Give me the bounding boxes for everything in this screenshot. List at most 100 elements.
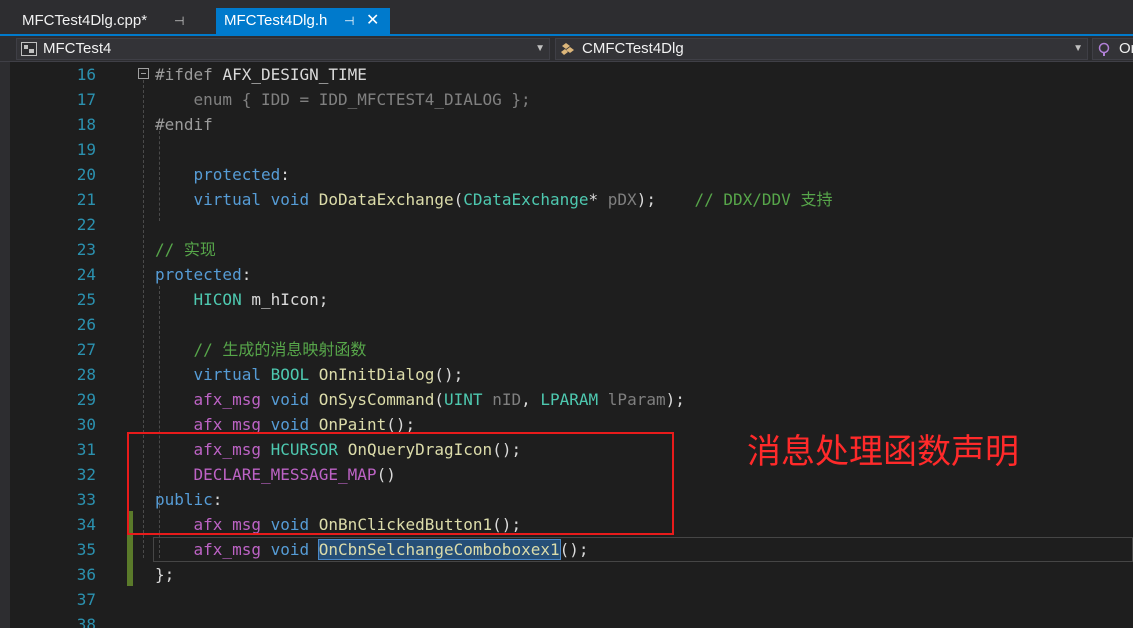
code-line[interactable]: 37 <box>10 587 1133 612</box>
line-number: 35 <box>76 540 96 559</box>
code-line[interactable]: 26 <box>10 312 1133 337</box>
tab-label: MFCTest4Dlg.h <box>224 12 328 29</box>
line-number: 38 <box>76 615 96 628</box>
code-token: OnCbnSelchangeComboboxex1 <box>317 539 561 560</box>
code-line[interactable]: 25 HICON m_hIcon; <box>10 287 1133 312</box>
code-token: }; <box>155 565 175 584</box>
class-icon <box>561 43 574 55</box>
pin-icon[interactable]: ⊣ <box>344 8 354 34</box>
code-text: }; <box>155 562 174 587</box>
code-line[interactable]: 18 #endif <box>10 112 1133 137</box>
line-number: 24 <box>76 265 96 284</box>
code-line[interactable]: 17 enum { IDD = IDD_MFCTEST4_DIALOG }; <box>10 87 1133 112</box>
tab-label: MFCTest4Dlg.cpp* <box>22 12 148 29</box>
code-token: void <box>270 190 310 209</box>
code-text: afx_msg void OnCbnSelchangeComboboxex1()… <box>155 537 589 562</box>
line-number: 32 <box>76 465 96 484</box>
code-text: protected: <box>155 162 290 187</box>
code-token: afx_msg <box>193 390 261 409</box>
line-number: 18 <box>76 115 96 134</box>
code-line[interactable]: 27 // 生成的消息映射函数 <box>10 337 1133 362</box>
code-token: protected <box>155 265 242 284</box>
code-token: protected <box>193 165 281 184</box>
code-token: nID <box>492 390 522 409</box>
code-text: // 实现 <box>155 237 216 262</box>
code-token: , <box>521 390 541 409</box>
class-name: CMFCTest4Dlg <box>582 40 684 57</box>
code-token: m_hIcon; <box>241 290 329 309</box>
code-text: #ifdef AFX_DESIGN_TIME <box>155 62 367 87</box>
code-token: #endif <box>155 115 213 134</box>
code-token: void <box>270 390 310 409</box>
code-line[interactable]: 21 virtual void DoDataExchange(CDataExch… <box>10 187 1133 212</box>
code-token: : <box>241 265 252 284</box>
code-text: afx_msg void OnSysCommand(UINT nID, LPAR… <box>155 387 685 412</box>
line-number: 22 <box>76 215 96 234</box>
code-line[interactable]: 16 #ifdef AFX_DESIGN_TIME <box>10 62 1133 87</box>
navigation-bar: MFCTest4 ▼ CMFCTest4Dlg ▼ On <box>0 36 1133 62</box>
code-token: // 生成的消息映射函数 <box>193 340 367 359</box>
code-token: // 实现 <box>155 240 216 259</box>
line-number: 20 <box>76 165 96 184</box>
code-line[interactable]: 29 afx_msg void OnSysCommand(UINT nID, L… <box>10 387 1133 412</box>
chevron-down-icon: ▼ <box>1073 43 1083 54</box>
tab-strip: MFCTest4Dlg.cpp* ⊣ MFCTest4Dlg.h ⊣ ✕ <box>0 0 1133 34</box>
code-line[interactable]: 28 virtual BOOL OnInitDialog(); <box>10 362 1133 387</box>
code-line[interactable]: 19 <box>10 137 1133 162</box>
code-token: UINT <box>444 390 483 409</box>
project-dropdown[interactable]: MFCTest4 ▼ <box>16 38 550 60</box>
line-number: 19 <box>76 140 96 159</box>
project-icon <box>21 42 37 56</box>
code-token: OnSysCommand <box>318 390 435 409</box>
code-text: virtual void DoDataExchange(CDataExchang… <box>155 187 833 212</box>
code-line[interactable]: 38 <box>10 612 1133 628</box>
tab-mfctest4dlg-h[interactable]: MFCTest4Dlg.h ⊣ ✕ <box>216 8 390 34</box>
code-token: OnInitDialog <box>318 365 435 384</box>
code-token: AFX_DESIGN_TIME <box>222 65 367 84</box>
code-line[interactable]: 35 afx_msg void OnCbnSelchangeComboboxex… <box>10 537 1133 562</box>
line-number: 33 <box>76 490 96 509</box>
code-editor[interactable]: 16 #ifdef AFX_DESIGN_TIME 17 enum { IDD = … <box>10 62 1133 628</box>
code-token: DoDataExchange <box>318 190 454 209</box>
code-token: enum { IDD = IDD_MFCTEST4_DIALOG }; <box>155 90 531 109</box>
line-number: 36 <box>76 565 96 584</box>
code-token: BOOL <box>270 365 310 384</box>
line-number: 29 <box>76 390 96 409</box>
member-name: On <box>1119 40 1133 57</box>
code-line[interactable]: 20 protected: <box>10 162 1133 187</box>
annotation-label: 消息处理函数声明 <box>747 432 1019 472</box>
line-number: 31 <box>76 440 96 459</box>
close-icon[interactable]: ✕ <box>366 8 379 34</box>
code-token: * <box>588 190 608 209</box>
pin-icon[interactable]: ⊣ <box>174 8 184 34</box>
code-line[interactable]: 22 <box>10 212 1133 237</box>
code-line[interactable]: 23 // 实现 <box>10 237 1133 262</box>
code-token: HICON <box>193 290 242 309</box>
chevron-down-icon: ▼ <box>535 43 545 54</box>
code-token: ( <box>453 190 464 209</box>
code-token: (); <box>434 365 464 384</box>
class-dropdown[interactable]: CMFCTest4Dlg ▼ <box>555 38 1088 60</box>
member-dropdown[interactable]: On <box>1092 38 1133 60</box>
tab-mfctest4dlg-cpp[interactable]: MFCTest4Dlg.cpp* ⊣ <box>14 8 214 34</box>
code-token: virtual <box>193 190 261 209</box>
code-text: #endif <box>155 112 213 137</box>
code-line[interactable]: 24 protected: <box>10 262 1133 287</box>
code-token: (); <box>559 540 589 559</box>
code-line[interactable]: 36}; <box>10 562 1133 587</box>
